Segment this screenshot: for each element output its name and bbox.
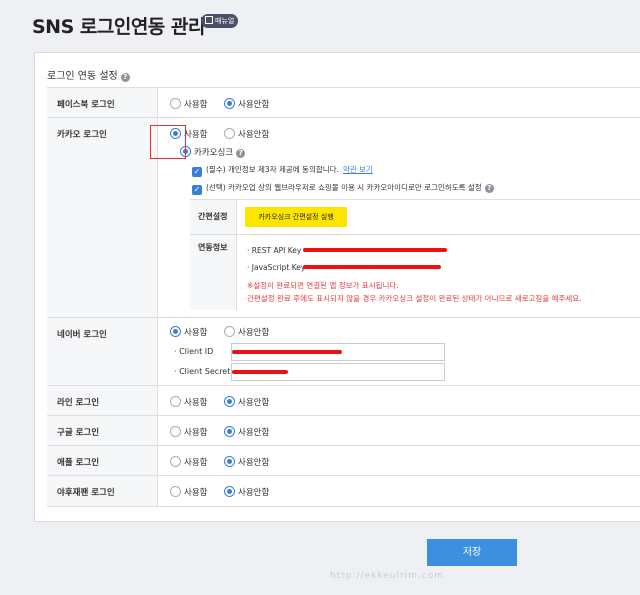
kakao-sync-radio[interactable]: 카카오싱크?: [180, 146, 246, 158]
radio-selected-icon: [224, 98, 235, 109]
section-title-text: 로그인 연동 설정: [47, 71, 118, 82]
redaction-mark: [232, 350, 342, 354]
yahoo-label: 야후재팬 로그인: [47, 476, 158, 506]
javascript-key-label: · JavaScript Key: [247, 263, 306, 272]
apple-nouse-radio[interactable]: 사용안함: [224, 456, 269, 468]
radio-icon: [170, 456, 181, 467]
yahoo-use-radio[interactable]: 사용함: [170, 486, 207, 498]
radio-selected-icon: [224, 456, 235, 467]
radio-icon: [224, 326, 235, 337]
redaction-mark: [303, 265, 441, 269]
radio-selected-icon: [170, 326, 181, 337]
watermark: http://ekkeulrim.com: [330, 571, 445, 581]
google-label: 구글 로그인: [47, 416, 158, 446]
page-title: SNS 로그인연동 관리: [32, 16, 205, 38]
google-use-radio[interactable]: 사용함: [170, 426, 207, 438]
kakao-nouse-radio[interactable]: 사용안함: [224, 128, 269, 140]
facebook-use-radio[interactable]: 사용함: [170, 98, 207, 110]
help-icon[interactable]: ?: [484, 184, 494, 193]
radio-icon: [170, 486, 181, 497]
line-nouse-radio[interactable]: 사용안함: [224, 396, 269, 408]
redaction-mark: [232, 370, 288, 374]
radio-selected-icon: [224, 486, 235, 497]
check-icon: ✓: [192, 167, 202, 177]
google-row: 구글 로그인 사용함 사용안함: [47, 415, 640, 446]
kakao-easy-setup-button[interactable]: 카카오싱크 간편설정 실행: [245, 207, 347, 227]
apple-row: 애플 로그인 사용함 사용안함: [47, 445, 640, 476]
manual-icon: [205, 16, 213, 24]
link-info-label: 연동정보: [190, 235, 237, 310]
radio-icon: [170, 426, 181, 437]
radio-icon: [170, 396, 181, 407]
kakao-warning-2: 간편설정 완료 후에도 표시되지 않을 경우 카카오싱크 설정이 완료된 상태가…: [247, 294, 582, 303]
section-title: 로그인 연동 설정?: [47, 67, 130, 82]
yahoo-nouse-radio[interactable]: 사용안함: [224, 486, 269, 498]
check-icon: ✓: [192, 185, 202, 195]
manual-badge[interactable]: 매뉴얼: [201, 14, 239, 28]
client-secret-label: · Client Secret: [174, 367, 231, 376]
apple-use-radio[interactable]: 사용함: [170, 456, 207, 468]
facebook-nouse-radio[interactable]: 사용안함: [224, 98, 269, 110]
manual-badge-label: 매뉴얼: [215, 17, 235, 25]
save-button[interactable]: 저장: [427, 539, 517, 566]
google-nouse-radio[interactable]: 사용안함: [224, 426, 269, 438]
redaction-mark: [303, 248, 447, 252]
easy-setup-label: 간편설정: [190, 200, 237, 235]
radio-selected-icon: [224, 396, 235, 407]
terms-link[interactable]: 약관 보기: [343, 165, 373, 174]
line-use-radio[interactable]: 사용함: [170, 396, 207, 408]
facebook-row: 페이스북 로그인 사용함 사용안함: [47, 87, 640, 118]
facebook-label: 페이스북 로그인: [47, 88, 158, 118]
kakao-sync-table: 간편설정 카카오싱크 간편설정 실행 연동정보 · REST API Key ·…: [190, 199, 640, 310]
help-icon[interactable]: ?: [120, 73, 130, 82]
naver-use-radio[interactable]: 사용함: [170, 326, 207, 338]
kakao-only-login-checkbox[interactable]: ✓ (선택) 카카오업 상의 웹브라우저로 쇼핑몰 이용 시 카카오아이디로만 로…: [192, 182, 494, 195]
radio-selected-icon: [224, 426, 235, 437]
privacy-consent-checkbox[interactable]: ✓ (필수) 개인정보 제3자 제공에 동의합니다. 약관 보기: [192, 164, 373, 177]
radio-icon: [224, 128, 235, 139]
line-row: 라인 로그인 사용함 사용안함: [47, 385, 640, 416]
highlight-box: [150, 125, 186, 159]
yahoo-row: 야후재팬 로그인 사용함 사용안함: [47, 475, 640, 507]
rest-api-key-label: · REST API Key: [247, 246, 302, 255]
help-icon[interactable]: ?: [236, 149, 246, 158]
naver-row: 네이버 로그인 사용함 사용안함 · Client ID · Client Se…: [47, 317, 640, 386]
naver-nouse-radio[interactable]: 사용안함: [224, 326, 269, 338]
client-id-label: · Client ID: [174, 347, 214, 356]
apple-label: 애플 로그인: [47, 446, 158, 476]
radio-icon: [170, 98, 181, 109]
line-label: 라인 로그인: [47, 386, 158, 416]
kakao-warning-1: ※설정이 완료되면 연결된 앱 정보가 표시됩니다.: [247, 281, 399, 290]
naver-label: 네이버 로그인: [47, 318, 158, 386]
